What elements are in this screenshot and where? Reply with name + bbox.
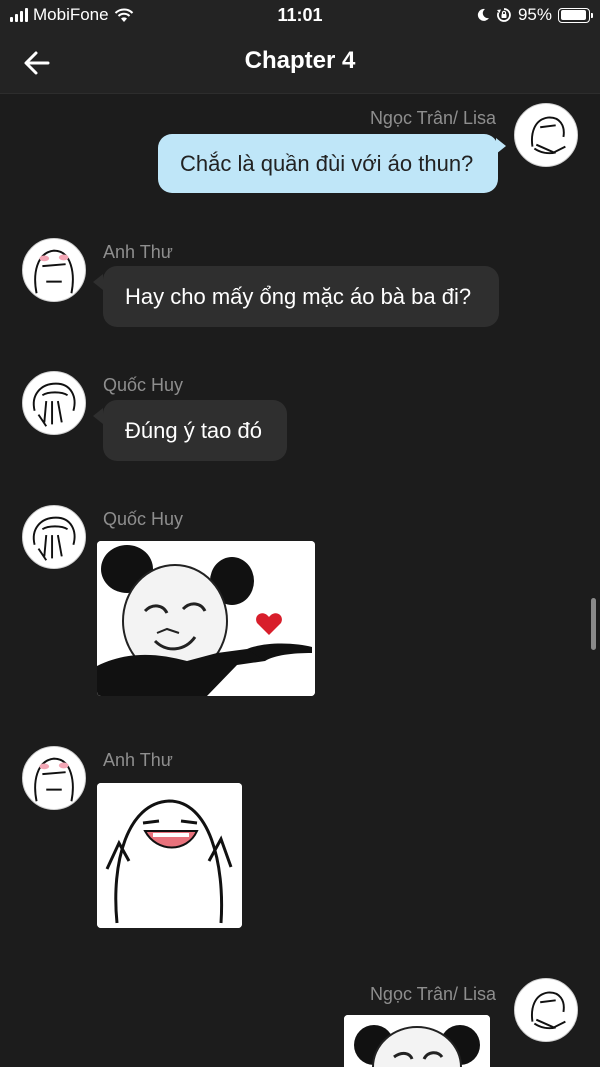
- avatar[interactable]: [22, 371, 86, 435]
- message-text: Chắc là quần đùi với áo thun?: [180, 150, 474, 176]
- battery-percent: 95%: [517, 5, 552, 24]
- avatar[interactable]: [22, 746, 86, 810]
- message-bubble[interactable]: Đúng ý tao đó: [103, 400, 287, 461]
- chat-thread[interactable]: Ngọc Trân/ Lisa Chắc là quần đùi với áo …: [0, 94, 600, 1067]
- bubble-tail: [496, 138, 506, 154]
- panda-meme-heart-sticker: [97, 541, 315, 696]
- meme-face-avatar: [531, 991, 566, 1030]
- bubble-tail: [93, 408, 103, 424]
- meme-face-avatar: [531, 116, 566, 155]
- sender-name: Ngọc Trân/ Lisa: [369, 108, 496, 128]
- sticker-image[interactable]: [97, 541, 315, 696]
- avatar[interactable]: [22, 505, 86, 569]
- message-text: Đúng ý tao đó: [125, 417, 262, 443]
- sticker-image[interactable]: [97, 783, 242, 928]
- message-bubble[interactable]: Chắc là quần đùi với áo thun?: [158, 134, 498, 193]
- scrollbar[interactable]: [591, 598, 596, 650]
- bubble-tail: [93, 274, 103, 290]
- avatar[interactable]: [22, 238, 86, 302]
- blob-face-avatar: [34, 249, 74, 294]
- sender-name: Quốc Huy: [103, 375, 184, 395]
- avatar[interactable]: [514, 978, 578, 1042]
- blob-face-avatar: [34, 757, 74, 802]
- smiling-blob-sticker: [97, 783, 242, 928]
- sticker-image[interactable]: [344, 1015, 490, 1067]
- sender-name: Quốc Huy: [103, 509, 184, 529]
- status-right: 95%: [476, 5, 593, 25]
- battery-fill: [560, 10, 587, 20]
- header: Chapter 4: [0, 32, 600, 94]
- sender-name: Ngọc Trân/ Lisa: [369, 984, 496, 1004]
- status-bar: MobiFone 11:01 95%: [0, 0, 600, 32]
- crying-face-avatar: [32, 382, 76, 427]
- avatar[interactable]: [514, 103, 578, 167]
- page-title: Chapter 4: [244, 47, 356, 74]
- crying-face-avatar: [32, 516, 76, 561]
- rotation-lock-icon: [496, 8, 511, 22]
- sender-name: Anh Thư: [103, 750, 173, 770]
- sender-name: Anh Thư: [103, 242, 173, 262]
- moon-icon: [477, 8, 489, 21]
- battery-icon: [558, 7, 593, 23]
- message-text: Hay cho mấy ổng mặc áo bà ba đi?: [125, 283, 472, 309]
- message-bubble[interactable]: Hay cho mấy ổng mặc áo bà ba đi?: [103, 266, 499, 327]
- panda-meme-sticker: [344, 1015, 490, 1067]
